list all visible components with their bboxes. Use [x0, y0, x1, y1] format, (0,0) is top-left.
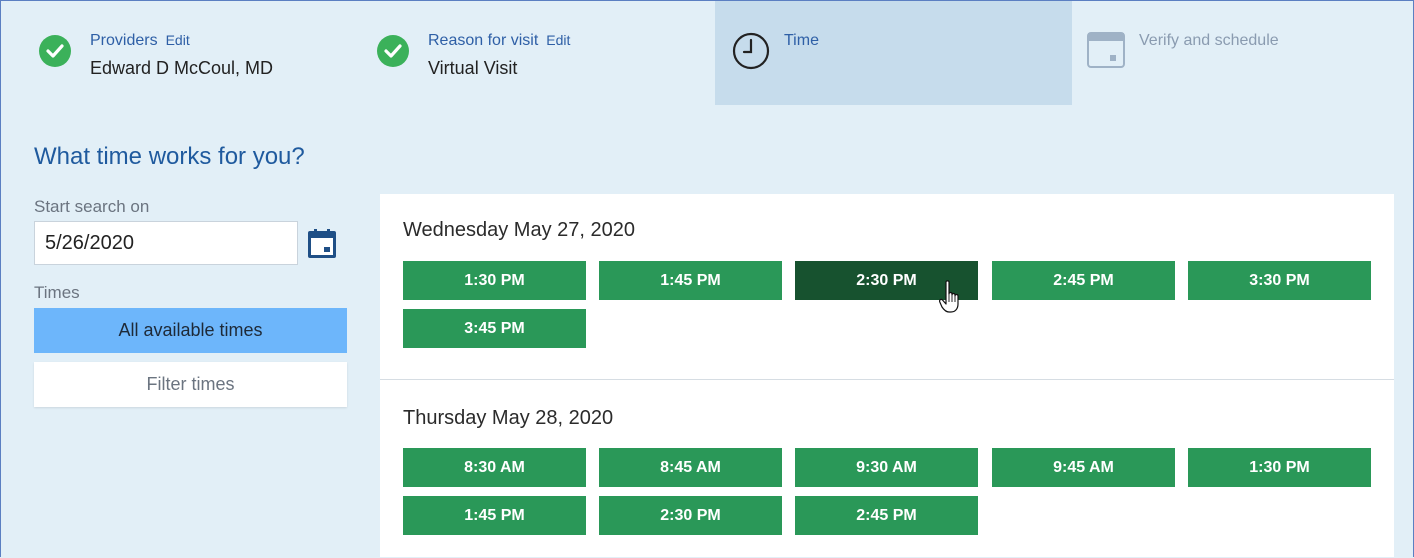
- filter-times-button[interactable]: Filter times: [34, 362, 347, 407]
- time-slot-button[interactable]: 8:30 AM: [403, 448, 586, 487]
- clock-icon: [732, 32, 770, 70]
- progress-steps: Providers Edit Edward D McCoul, MD Reason…: [1, 1, 1413, 105]
- step-providers: Providers Edit Edward D McCoul, MD: [1, 1, 356, 105]
- edit-reason-link[interactable]: Edit: [546, 32, 570, 48]
- day-section: Wednesday May 27, 2020 1:30 PM 1:45 PM 2…: [380, 194, 1394, 380]
- edit-providers-link[interactable]: Edit: [166, 32, 190, 48]
- step-title-text: Reason for visit: [428, 32, 539, 49]
- time-slot-button[interactable]: 8:45 AM: [599, 448, 782, 487]
- hand-pointer-cursor-icon: [939, 280, 959, 313]
- times-label: Times: [34, 283, 80, 302]
- time-slot-button[interactable]: 3:30 PM: [1188, 261, 1371, 300]
- step-value: Edward D McCoul, MD: [90, 58, 274, 78]
- check-circle-icon: [377, 35, 409, 67]
- time-slot-button[interactable]: 3:45 PM: [403, 309, 586, 348]
- step-title: Reason for visit Edit: [428, 32, 570, 50]
- step-reason-for-visit: Reason for visit Edit Virtual Visit: [357, 1, 715, 105]
- time-slot-button[interactable]: 2:45 PM: [992, 261, 1175, 300]
- calendar-icon[interactable]: [307, 229, 337, 259]
- calendar-icon: [1087, 32, 1125, 68]
- day-section: Thursday May 28, 2020 8:30 AM 8:45 AM 9:…: [380, 380, 1394, 557]
- step-time: Time: [715, 1, 1072, 105]
- time-slot-button[interactable]: 9:45 AM: [992, 448, 1175, 487]
- check-circle-icon: [39, 35, 71, 67]
- time-slot-button[interactable]: 1:30 PM: [403, 261, 586, 300]
- all-available-times-button[interactable]: All available times: [34, 308, 347, 353]
- time-slot-button[interactable]: 2:45 PM: [795, 496, 978, 535]
- step-value: Virtual Visit: [428, 58, 518, 78]
- scheduling-frame: Providers Edit Edward D McCoul, MD Reason…: [0, 0, 1414, 557]
- start-date-input[interactable]: [34, 221, 298, 265]
- step-verify-and-schedule: Verify and schedule: [1072, 1, 1413, 105]
- start-search-label: Start search on: [34, 197, 150, 216]
- time-slot-button[interactable]: 1:45 PM: [403, 496, 586, 535]
- step-title: Providers Edit: [90, 32, 190, 50]
- time-slot-button[interactable]: 1:45 PM: [599, 261, 782, 300]
- time-slots-panel: Wednesday May 27, 2020 1:30 PM 1:45 PM 2…: [380, 194, 1394, 557]
- time-slot-button[interactable]: 9:30 AM: [795, 448, 978, 487]
- step-title-text: Providers: [90, 32, 158, 49]
- page-heading: What time works for you?: [34, 143, 305, 170]
- step-title: Time: [784, 32, 819, 49]
- time-slot-button[interactable]: 1:30 PM: [1188, 448, 1371, 487]
- time-slot-button[interactable]: 2:30 PM: [599, 496, 782, 535]
- step-title: Verify and schedule: [1139, 32, 1279, 49]
- day-title: Wednesday May 27, 2020: [403, 219, 636, 241]
- day-title: Thursday May 28, 2020: [403, 407, 614, 429]
